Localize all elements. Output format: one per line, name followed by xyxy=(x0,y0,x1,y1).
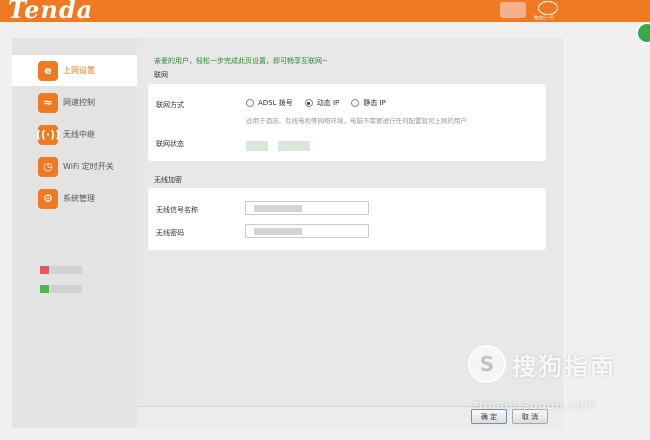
sidebar-item-label: 上网设置 xyxy=(63,66,95,75)
radio-label: ADSL 拨号 xyxy=(258,99,293,107)
radio-circle[interactable] xyxy=(351,99,360,107)
status-blurred xyxy=(246,141,268,151)
watermark-url: zhinan.sogou.com xyxy=(472,398,598,412)
sidebar-item-internet-settings[interactable]: e 上网设置 xyxy=(12,55,137,86)
section-title-internet: 联网 xyxy=(154,71,168,79)
wechat-label: 微信扫一扫 xyxy=(534,15,554,20)
radio-circle[interactable] xyxy=(246,99,254,107)
password-input[interactable] xyxy=(245,224,369,238)
wechat-icon[interactable] xyxy=(538,1,558,15)
header-blurred-area xyxy=(500,2,526,18)
blurred-text xyxy=(50,285,82,293)
sidebar: e 上网设置 ≈ 网速控制 ((·)) 无线中继 ◷ WiFi 定时开关 ⚙ 系… xyxy=(12,38,137,428)
speed-wave-icon: ≈ xyxy=(38,92,58,113)
watermark-text: 搜狗指南 xyxy=(512,352,616,381)
sidebar-item-label: 系统管理 xyxy=(63,194,95,203)
ssid-label: 无线信号名称 xyxy=(156,206,198,214)
sidebar-item-label: WiFi 定时开关 xyxy=(63,162,114,171)
gear-icon: ⚙ xyxy=(38,188,58,209)
intro-text: 亲爱的用户，轻松一步完成此页设置，即可畅享互联网~ xyxy=(154,57,328,65)
ssid-input[interactable] xyxy=(245,201,369,215)
section-title-wireless: 无线加密 xyxy=(154,176,182,184)
method-hint: 适用于酒店、有线电视等网络环境，电脑不需要进行任何配置就可上网的用户 xyxy=(246,117,467,125)
wireless-card: 无线信号名称 无线密码 xyxy=(148,188,546,250)
internet-card: 联网方式 ADSL 拨号 动态 IP 静态 IP 适用于酒店、有线电视等网络环境… xyxy=(148,84,546,161)
password-label: 无线密码 xyxy=(156,229,184,237)
method-label: 联网方式 xyxy=(156,101,184,109)
blurred-value xyxy=(254,205,302,212)
status-label: 联网状态 xyxy=(156,140,184,148)
ie-globe-icon: e xyxy=(38,60,58,81)
blurred-value xyxy=(254,228,302,235)
sidebar-item-system-management[interactable]: ⚙ 系统管理 xyxy=(12,183,137,214)
sidebar-item-wifi-timer[interactable]: ◷ WiFi 定时开关 xyxy=(12,151,137,182)
status-swatch xyxy=(40,285,49,293)
blurred-text xyxy=(50,266,82,274)
sidebar-footer-item xyxy=(40,285,82,293)
radio-dynamic-ip[interactable]: 动态 IP xyxy=(304,98,340,108)
top-header: Tenda 微信扫一扫 xyxy=(0,0,650,24)
timer-icon: ◷ xyxy=(38,156,58,177)
sidebar-item-speed-control[interactable]: ≈ 网速控制 xyxy=(12,87,137,118)
sidebar-footer-item xyxy=(40,266,82,274)
sidebar-item-wireless-relay[interactable]: ((·)) 无线中继 xyxy=(12,119,137,150)
side-float-button[interactable] xyxy=(636,22,650,44)
radio-label: 静态 IP xyxy=(363,99,386,107)
radio-static-ip[interactable]: 静态 IP xyxy=(351,98,386,108)
status-blurred xyxy=(278,141,310,151)
sogou-logo-icon: S xyxy=(468,345,506,383)
sogou-watermark: S 搜狗指南 xyxy=(468,345,616,383)
sidebar-item-label: 无线中继 xyxy=(63,130,95,139)
sidebar-item-label: 网速控制 xyxy=(63,98,95,107)
radio-label: 动态 IP xyxy=(316,99,340,107)
radio-circle[interactable] xyxy=(304,99,313,107)
status-swatch xyxy=(40,266,49,274)
tenda-logo: Tenda xyxy=(8,0,94,24)
wireless-relay-icon: ((·)) xyxy=(36,124,60,145)
method-radio-group: ADSL 拨号 动态 IP 静态 IP xyxy=(246,98,398,108)
radio-adsl[interactable]: ADSL 拨号 xyxy=(246,98,293,108)
